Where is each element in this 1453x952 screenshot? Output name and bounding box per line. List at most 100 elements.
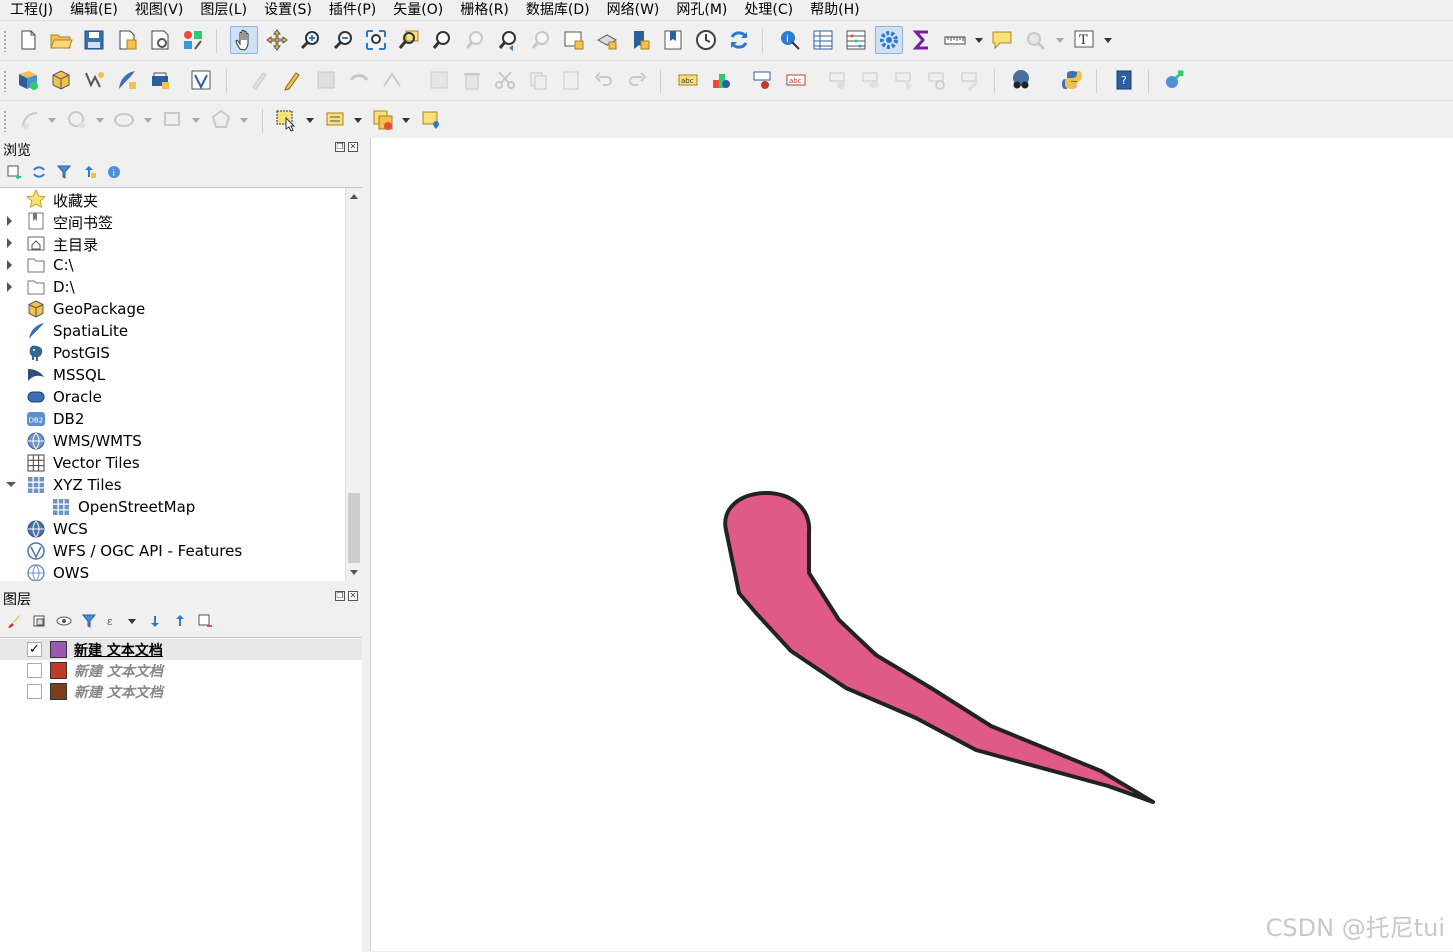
- highlight-labels-button[interactable]: abc: [782, 66, 810, 94]
- menu-view[interactable]: 视图(V): [126, 1, 192, 19]
- layer-diagram-button[interactable]: [707, 66, 735, 94]
- new-shapefile-button[interactable]: [80, 66, 108, 94]
- tree-item-ows[interactable]: OWS: [0, 562, 345, 581]
- new-map-view-button[interactable]: [560, 26, 588, 54]
- tree-item-wcs[interactable]: WCS: [0, 518, 345, 540]
- help-button[interactable]: ?: [1110, 66, 1138, 94]
- tree-item-home[interactable]: 主目录: [0, 232, 345, 254]
- open-project-button[interactable]: [47, 26, 75, 54]
- remove-layer-button[interactable]: [195, 611, 215, 631]
- toolbar-handle[interactable]: [3, 30, 7, 52]
- map-canvas[interactable]: CSDN @托尼tui: [370, 138, 1453, 951]
- tree-item-oracle[interactable]: Oracle: [0, 386, 345, 408]
- menu-layer[interactable]: 图层(L): [191, 1, 255, 19]
- dropdown-arrow[interactable]: [192, 118, 200, 123]
- filter-legend-button[interactable]: [79, 611, 99, 631]
- add-rectangle-button[interactable]: [159, 106, 187, 134]
- add-ellipse-button[interactable]: [111, 106, 139, 134]
- menu-vector[interactable]: 矢量(O): [384, 1, 451, 19]
- current-edits-button[interactable]: [246, 66, 274, 94]
- select-dropdown-arrow[interactable]: [306, 118, 314, 123]
- tree-item-wfs[interactable]: WFS / OGC API - Features: [0, 540, 345, 562]
- delete-selected-button[interactable]: [458, 66, 486, 94]
- tree-item-wms-wmts[interactable]: WMS/WMTS: [0, 430, 345, 452]
- pin-labels-button[interactable]: [749, 66, 777, 94]
- style-panel-button[interactable]: [4, 611, 24, 631]
- data-source-manager-button[interactable]: [14, 66, 42, 94]
- select-by-value-button[interactable]: [321, 106, 349, 134]
- copy-features-button[interactable]: [524, 66, 552, 94]
- collapse-arrow-icon[interactable]: [6, 482, 16, 487]
- tree-item-spatial-bookmarks[interactable]: 空间书签: [0, 210, 345, 232]
- dropdown-arrow[interactable]: [96, 118, 104, 123]
- layer-visibility-checkbox[interactable]: [27, 684, 42, 699]
- select-features-button[interactable]: [272, 106, 300, 134]
- layer-row[interactable]: 新建 文本文档: [0, 681, 362, 702]
- expand-arrow-icon[interactable]: [7, 238, 12, 248]
- zoom-to-selection-button[interactable]: [395, 26, 423, 54]
- filter-browser-button[interactable]: [54, 162, 74, 182]
- text-annotation-button[interactable]: T: [1070, 26, 1098, 54]
- save-as-button[interactable]: [113, 26, 141, 54]
- move-label-button[interactable]: [890, 66, 918, 94]
- georeferencer-button[interactable]: [1160, 66, 1188, 94]
- select-value-dropdown-arrow[interactable]: [354, 118, 362, 123]
- refresh-button[interactable]: [725, 26, 753, 54]
- collapse-all-button[interactable]: [79, 162, 99, 182]
- browser-scrollbar[interactable]: [345, 188, 362, 581]
- tree-item-spatialite[interactable]: SpatiaLite: [0, 320, 345, 342]
- tree-item-openstreetmap[interactable]: OpenStreetMap: [0, 496, 345, 518]
- pan-to-selection-button[interactable]: [263, 26, 291, 54]
- expand-arrow-icon[interactable]: [7, 260, 12, 270]
- toolbar-handle[interactable]: [3, 110, 7, 132]
- expand-arrow-icon[interactable]: [7, 216, 12, 226]
- statistical-summary-button[interactable]: [908, 26, 936, 54]
- tree-item-mssql[interactable]: MSSQL: [0, 364, 345, 386]
- close-panel-button[interactable]: ✕: [348, 142, 358, 152]
- menu-settings[interactable]: 设置(S): [255, 1, 320, 19]
- save-project-button[interactable]: [80, 26, 108, 54]
- tree-item-geopackage[interactable]: GeoPackage: [0, 298, 345, 320]
- annotation-dropdown-arrow[interactable]: [1104, 38, 1112, 43]
- layer-row[interactable]: ✓ 新建 文本文档: [0, 639, 362, 660]
- temporal-controller-button[interactable]: [692, 26, 720, 54]
- save-edits-button[interactable]: [312, 66, 340, 94]
- style-manager-button[interactable]: [179, 26, 207, 54]
- panel-splitter[interactable]: [363, 138, 370, 951]
- polygon-feature[interactable]: [723, 491, 1155, 804]
- add-group-button[interactable]: [29, 611, 49, 631]
- rotate-label-button[interactable]: [923, 66, 951, 94]
- preview-labels-button[interactable]: [857, 66, 885, 94]
- zoom-native-button[interactable]: [461, 26, 489, 54]
- undo-button[interactable]: [590, 66, 618, 94]
- new-3d-view-button[interactable]: [593, 26, 621, 54]
- menu-web[interactable]: 网络(W): [598, 1, 668, 19]
- select-by-location-button[interactable]: [417, 106, 445, 134]
- layer-visibility-checkbox[interactable]: [27, 663, 42, 678]
- collapse-all-button[interactable]: [170, 611, 190, 631]
- new-virtual-layer-button[interactable]: [187, 66, 215, 94]
- menu-processing[interactable]: 处理(C): [735, 1, 801, 19]
- dropdown-arrow[interactable]: [48, 118, 56, 123]
- menu-plugins[interactable]: 插件(P): [320, 1, 384, 19]
- float-panel-button[interactable]: ❐: [335, 591, 345, 601]
- map-tips-button[interactable]: [988, 26, 1016, 54]
- change-label-button[interactable]: [956, 66, 984, 94]
- layer-visibility-checkbox[interactable]: ✓: [27, 642, 42, 657]
- expand-all-button[interactable]: [145, 611, 165, 631]
- menu-edit[interactable]: 编辑(E): [61, 1, 126, 19]
- menu-project[interactable]: 工程(J): [0, 1, 61, 19]
- tree-item-xyz-tiles[interactable]: XYZ Tiles: [0, 474, 345, 496]
- zoom-last-button[interactable]: [494, 26, 522, 54]
- new-spatialite-button[interactable]: [113, 66, 141, 94]
- menu-database[interactable]: 数据库(D): [517, 1, 598, 19]
- menu-raster[interactable]: 栅格(R): [451, 1, 517, 19]
- zoom-full-button[interactable]: [362, 26, 390, 54]
- expression-dropdown-arrow[interactable]: [128, 619, 136, 624]
- add-circle-button[interactable]: [63, 106, 91, 134]
- identify-features-button[interactable]: i: [776, 26, 804, 54]
- new-geopackage-button[interactable]: [47, 66, 75, 94]
- toolbar-handle[interactable]: [3, 70, 7, 92]
- menu-mesh[interactable]: 网孔(M): [667, 1, 735, 19]
- properties-button[interactable]: i: [104, 162, 124, 182]
